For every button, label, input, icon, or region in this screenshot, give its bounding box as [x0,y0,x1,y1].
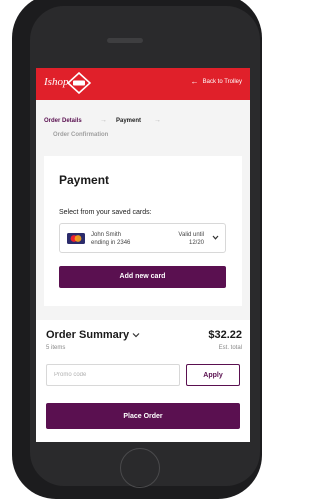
breadcrumb-order-confirmation: Order Confirmation [53,132,109,138]
card-ending: ending in 2346 [91,240,131,246]
mastercard-icon [67,233,85,244]
place-order-button[interactable]: Place Order [46,403,240,429]
app-screen: Ishop ← Back to Trolley Order Details → … [36,68,250,442]
chevron-down-icon [212,235,219,240]
saved-cards-label: Select from your saved cards: [59,209,152,216]
logo-text: Ishop [44,76,69,88]
app-header: Ishop ← Back to Trolley [36,68,250,100]
order-summary-panel: Order Summary 5 items $32.22 Est. total … [36,320,250,442]
breadcrumb-separator: → [154,117,161,124]
back-link-label: Back to Trolley [202,79,242,85]
card-validity: Valid until 12/20 [178,231,204,247]
order-total: $32.22 [208,329,242,341]
breadcrumb: Order Details → Payment → Order Confirma… [36,100,250,152]
card-holder-name: John Smith [91,232,122,238]
item-count: 5 items [46,345,66,351]
breadcrumb-payment: Payment [116,118,142,124]
promo-code-input[interactable] [46,364,180,386]
phone-speaker [107,38,143,43]
add-new-card-button[interactable]: Add new card [59,266,226,288]
breadcrumb-order-details[interactable]: Order Details [44,118,82,124]
arrow-left-icon: ← [190,77,199,86]
apply-promo-button[interactable]: Apply [186,364,240,386]
phone-home-button[interactable] [120,448,160,488]
saved-card-select[interactable]: John Smith ending in 2346 Valid until 12… [59,223,226,253]
card-valid-label: Valid until [178,232,204,238]
chevron-down-icon [132,333,140,338]
shop-logo-icon [67,72,91,94]
total-note: Est. total [218,345,242,351]
breadcrumb-separator: → [100,117,107,124]
card-holder-info: John Smith ending in 2346 [91,231,130,247]
order-summary-title: Order Summary [46,329,130,341]
card-valid-date: 12/20 [188,240,204,246]
payment-title: Payment [59,173,110,187]
order-summary-toggle[interactable]: Order Summary [46,329,140,341]
back-to-trolley-link[interactable]: ← Back to Trolley [190,77,242,86]
payment-panel: Payment Select from your saved cards: Jo… [44,156,242,306]
